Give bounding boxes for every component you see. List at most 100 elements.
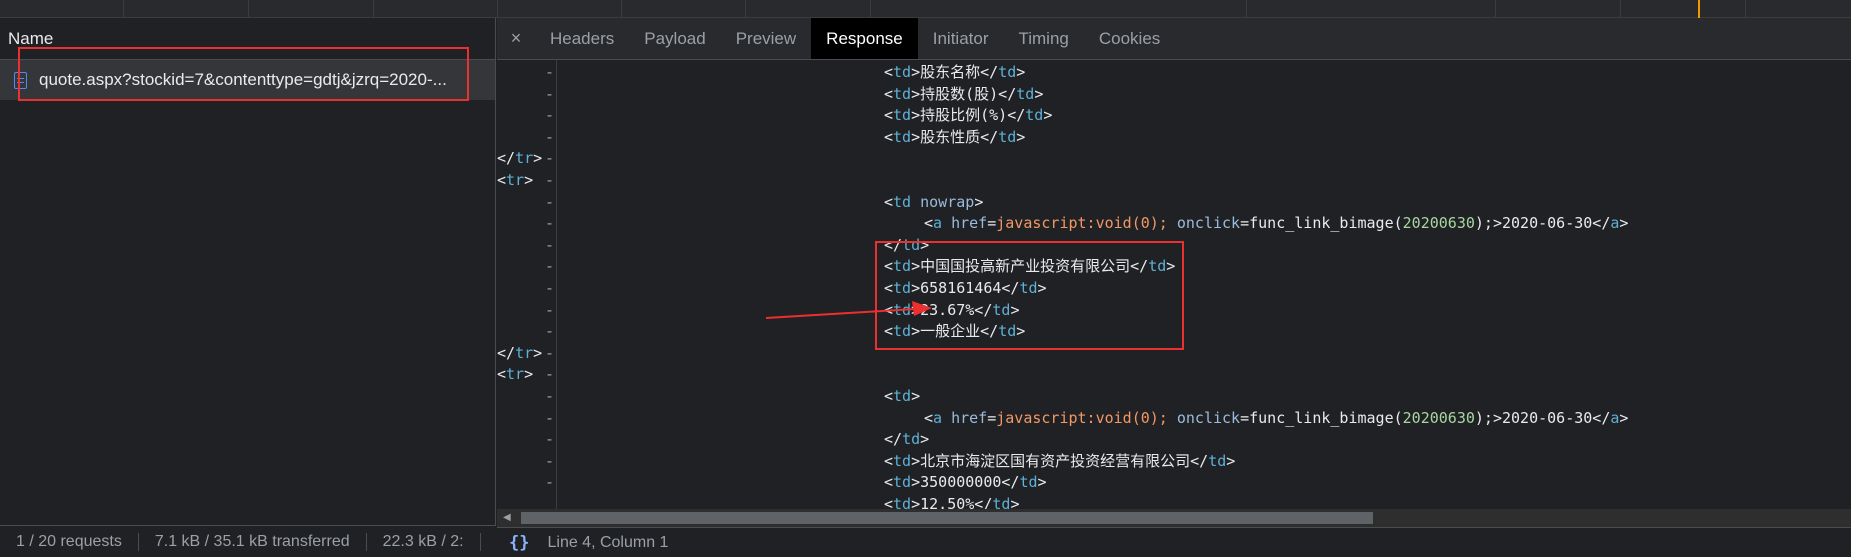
code-token-tag: tr <box>515 149 534 168</box>
timeline-gridline <box>870 0 871 18</box>
request-count: 1 / 20 requests <box>0 532 139 551</box>
line-collapse-marker[interactable]: - <box>545 343 554 365</box>
tab-headers[interactable]: Headers <box>535 18 629 59</box>
code-token-tag: tr <box>515 343 534 362</box>
line-collapse-marker[interactable]: - <box>545 364 554 386</box>
response-line: - <td>北京市海淀区国有资产投资经营有限公司</td> <box>497 451 1851 473</box>
code-token-tag: td <box>998 127 1017 146</box>
pretty-print-icon[interactable]: {} <box>509 533 529 553</box>
code-token-punct: > <box>1016 63 1026 81</box>
code-token-punct: < <box>884 495 894 509</box>
timeline-gridline <box>123 0 124 18</box>
tab-timing[interactable]: Timing <box>1003 18 1083 59</box>
close-icon[interactable]: × <box>497 18 535 59</box>
response-line: - </td> <box>497 429 1851 451</box>
code-token-tag: td <box>902 235 921 254</box>
request-details-panel: × Headers Payload Preview Response Initi… <box>497 18 1851 557</box>
code-token-punct: < <box>884 279 894 297</box>
code-token-punct: < <box>497 365 507 384</box>
horizontal-scrollbar[interactable]: ◀ <box>497 509 1851 527</box>
code-token-punct: = <box>987 214 997 233</box>
code-token-punct: >658161464</ <box>911 279 1020 297</box>
code-token-tag: td <box>893 495 912 509</box>
response-source-viewer[interactable]: - <td>股东名称</td> - <td>持股数(股)</td> - <td>持股比例(… <box>497 60 1851 509</box>
code-token-tag: td <box>893 387 912 405</box>
code-token-punct: );>2020-06-30</ <box>1474 214 1611 233</box>
line-collapse-marker[interactable]: - <box>545 300 554 322</box>
code-token-attr: href <box>951 408 988 427</box>
network-timeline-overview[interactable] <box>0 0 1851 18</box>
line-collapse-marker[interactable]: - <box>545 321 554 343</box>
code-token-punct: > <box>1037 473 1047 492</box>
code-token-punct: > <box>920 430 930 449</box>
response-code-text: <td>持股比例(%)</td> <box>884 105 1052 127</box>
code-token-punct: < <box>884 322 894 341</box>
response-code-text: <a href=javascript:void(0); onclick=func… <box>924 213 1628 235</box>
code-token-punct: >持股比例(%)</ <box>911 106 1026 125</box>
code-token-tag: td <box>893 127 912 146</box>
response-code-text: <td>股东性质</td> <box>884 127 1025 149</box>
line-collapse-marker[interactable]: - <box>545 127 554 149</box>
line-collapse-marker[interactable]: - <box>545 408 554 430</box>
response-line: - <td>中国国投高新产业投资有限公司</td> <box>497 256 1851 278</box>
line-collapse-marker[interactable]: - <box>545 84 554 106</box>
line-collapse-marker[interactable]: - <box>545 278 554 300</box>
line-collapse-marker[interactable]: - <box>545 148 554 170</box>
code-token-punct: > <box>1034 84 1044 103</box>
code-token-punct: >北京市海淀区国有资产投资经营有限公司</ <box>911 451 1209 470</box>
scroll-left-icon[interactable]: ◀ <box>503 512 511 523</box>
tab-initiator[interactable]: Initiator <box>918 18 1004 59</box>
line-collapse-marker[interactable]: - <box>545 235 554 257</box>
code-token-num: 20200630 <box>1402 214 1475 233</box>
code-token-punct: > <box>1016 127 1026 146</box>
code-token-tag: td <box>893 473 912 492</box>
code-token-tag: td <box>893 451 912 470</box>
code-token-num: 20200630 <box>1402 408 1475 427</box>
network-status-bar: 1 / 20 requests 7.1 kB / 35.1 kB transfe… <box>0 525 496 557</box>
tab-payload[interactable]: Payload <box>629 18 720 59</box>
code-token-punct: > <box>524 171 534 189</box>
source-footer: {} Line 4, Column 1 <box>497 527 1851 557</box>
line-collapse-marker[interactable]: - <box>545 62 554 84</box>
code-token-punct: > <box>974 192 984 211</box>
line-collapse-marker[interactable]: - <box>545 105 554 127</box>
tab-preview[interactable]: Preview <box>721 18 811 59</box>
line-collapse-marker[interactable]: - <box>545 472 554 494</box>
line-collapse-marker[interactable]: - <box>545 451 554 473</box>
response-line: - <td> <box>497 386 1851 408</box>
response-line: - <td>股东名称</td> <box>497 62 1851 84</box>
timeline-gridline <box>1495 0 1496 18</box>
line-collapse-marker[interactable]: - <box>545 256 554 278</box>
response-line: - <td>23.67%</td> <box>497 300 1851 322</box>
code-token-tag: td <box>1025 106 1044 125</box>
code-token-punct: > <box>1043 106 1053 125</box>
response-code-text: <td> <box>884 386 920 408</box>
response-code-text: <td>350000000</td> <box>884 472 1047 494</box>
response-line: - <td>350000000</td> <box>497 472 1851 494</box>
code-token-punct: < <box>497 171 507 189</box>
response-code-text: <td>股东名称</td> <box>884 62 1025 84</box>
response-line: - <td>股东性质</td> <box>497 127 1851 149</box>
code-token-tag: td <box>893 63 912 81</box>
tab-response[interactable]: Response <box>811 18 918 59</box>
line-collapse-marker[interactable]: - <box>545 429 554 451</box>
code-token-tag: tr <box>506 365 525 384</box>
response-line: - <tr> <box>497 170 1851 192</box>
tab-cookies[interactable]: Cookies <box>1084 18 1175 59</box>
code-token-punct <box>911 193 920 211</box>
line-collapse-marker[interactable]: - <box>545 192 554 214</box>
code-token-punct <box>942 214 951 232</box>
code-token-punct: >中国国投高新产业投资有限公司</ <box>911 257 1149 276</box>
highlight-box-request <box>18 47 469 101</box>
code-token-tag: td <box>992 495 1011 509</box>
response-code-text: <td>持股数(股)</td> <box>884 84 1043 106</box>
line-collapse-marker[interactable]: - <box>545 170 554 192</box>
line-collapse-marker[interactable]: - <box>545 386 554 408</box>
timeline-gridline <box>497 0 498 18</box>
code-token-tag: td <box>893 192 912 211</box>
scrollbar-thumb[interactable] <box>521 512 1373 524</box>
code-token-punct: </ <box>497 149 516 168</box>
line-collapse-marker[interactable]: - <box>545 213 554 235</box>
code-token-tag: td <box>893 322 912 341</box>
code-token-punct: >12.50%</ <box>911 495 993 509</box>
